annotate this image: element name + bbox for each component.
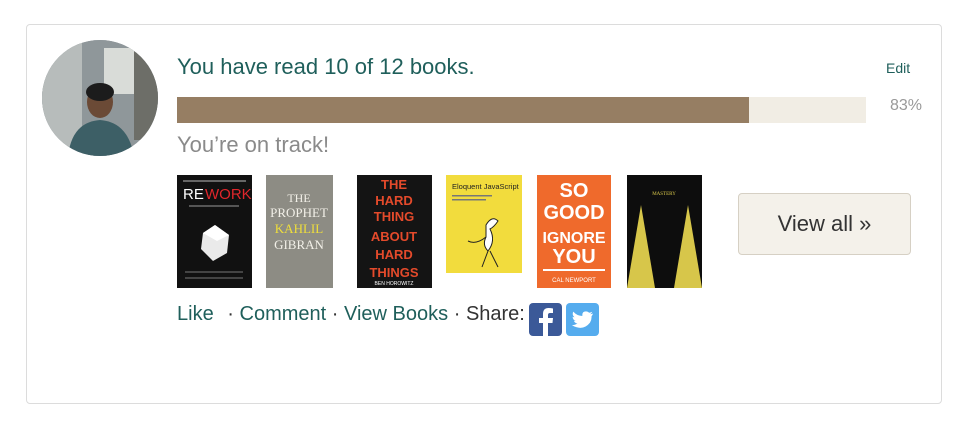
- book-sogood-author: CAL NEWPORT: [552, 278, 596, 284]
- book-rework-title-a: RE: [183, 186, 204, 203]
- progress-bar-fill: [177, 97, 749, 123]
- book-cover-so-good[interactable]: SO GOOD IGNORE YOU CAL NEWPORT: [537, 175, 611, 288]
- separator: ·: [453, 303, 461, 325]
- book-hard-line1: THE: [381, 177, 407, 192]
- book-prophet-author1: KAHLIL: [275, 221, 323, 236]
- like-link[interactable]: Like: [177, 303, 214, 325]
- progress-bar: [177, 97, 866, 123]
- book-cover-eloquent-javascript[interactable]: Eloquent JavaScript: [446, 175, 522, 273]
- action-links: Like · Comment · View Books · Share:: [177, 303, 525, 326]
- book-hard-line6: THINGS: [369, 265, 418, 280]
- book-cover-mastery[interactable]: MASTERY: [627, 175, 702, 288]
- book-hard-line4: ABOUT: [371, 229, 417, 244]
- book-sogood-line2: GOOD: [543, 202, 604, 224]
- view-books-link[interactable]: View Books: [344, 303, 448, 325]
- progress-headline: You have read 10 of 12 books.: [177, 54, 475, 79]
- book-hard-line3: THING: [374, 209, 414, 224]
- book-cover-rework[interactable]: RE WORK: [177, 175, 252, 288]
- separator: ·: [331, 303, 339, 325]
- progress-status: You’re on track!: [177, 132, 330, 157]
- book-prophet-line1: THE: [287, 191, 310, 205]
- avatar[interactable]: [42, 40, 158, 156]
- book-sogood-line3: IGNORE: [542, 230, 605, 247]
- twitter-icon[interactable]: [566, 303, 599, 336]
- progress-percent: 83%: [890, 97, 923, 114]
- book-hard-author: BEN HOROWITZ: [375, 281, 414, 287]
- book-sogood-line1: SO: [560, 180, 589, 202]
- book-cover-hard-thing[interactable]: THE HARD THING ABOUT HARD THINGS BEN HOR…: [357, 175, 432, 288]
- separator: ·: [227, 303, 234, 325]
- view-all-button[interactable]: View all »: [738, 193, 911, 255]
- book-rework-title-b: WORK: [205, 186, 252, 203]
- book-prophet-line2: PROPHET: [270, 205, 328, 220]
- book-cover-the-prophet[interactable]: THE PROPHET KAHLIL GIBRAN: [266, 175, 333, 288]
- book-eloquent-title: Eloquent JavaScript: [452, 182, 520, 191]
- book-prophet-author2: GIBRAN: [274, 237, 324, 252]
- edit-link[interactable]: Edit: [886, 60, 910, 76]
- book-mastery-title: MASTERY: [652, 192, 676, 197]
- comment-link[interactable]: Comment: [240, 303, 327, 325]
- share-label: Share:: [465, 303, 525, 325]
- book-hard-line5: HARD: [375, 247, 413, 262]
- book-sogood-line4: YOU: [552, 246, 595, 268]
- book-hard-line2: HARD: [375, 193, 413, 208]
- facebook-icon[interactable]: [529, 303, 562, 336]
